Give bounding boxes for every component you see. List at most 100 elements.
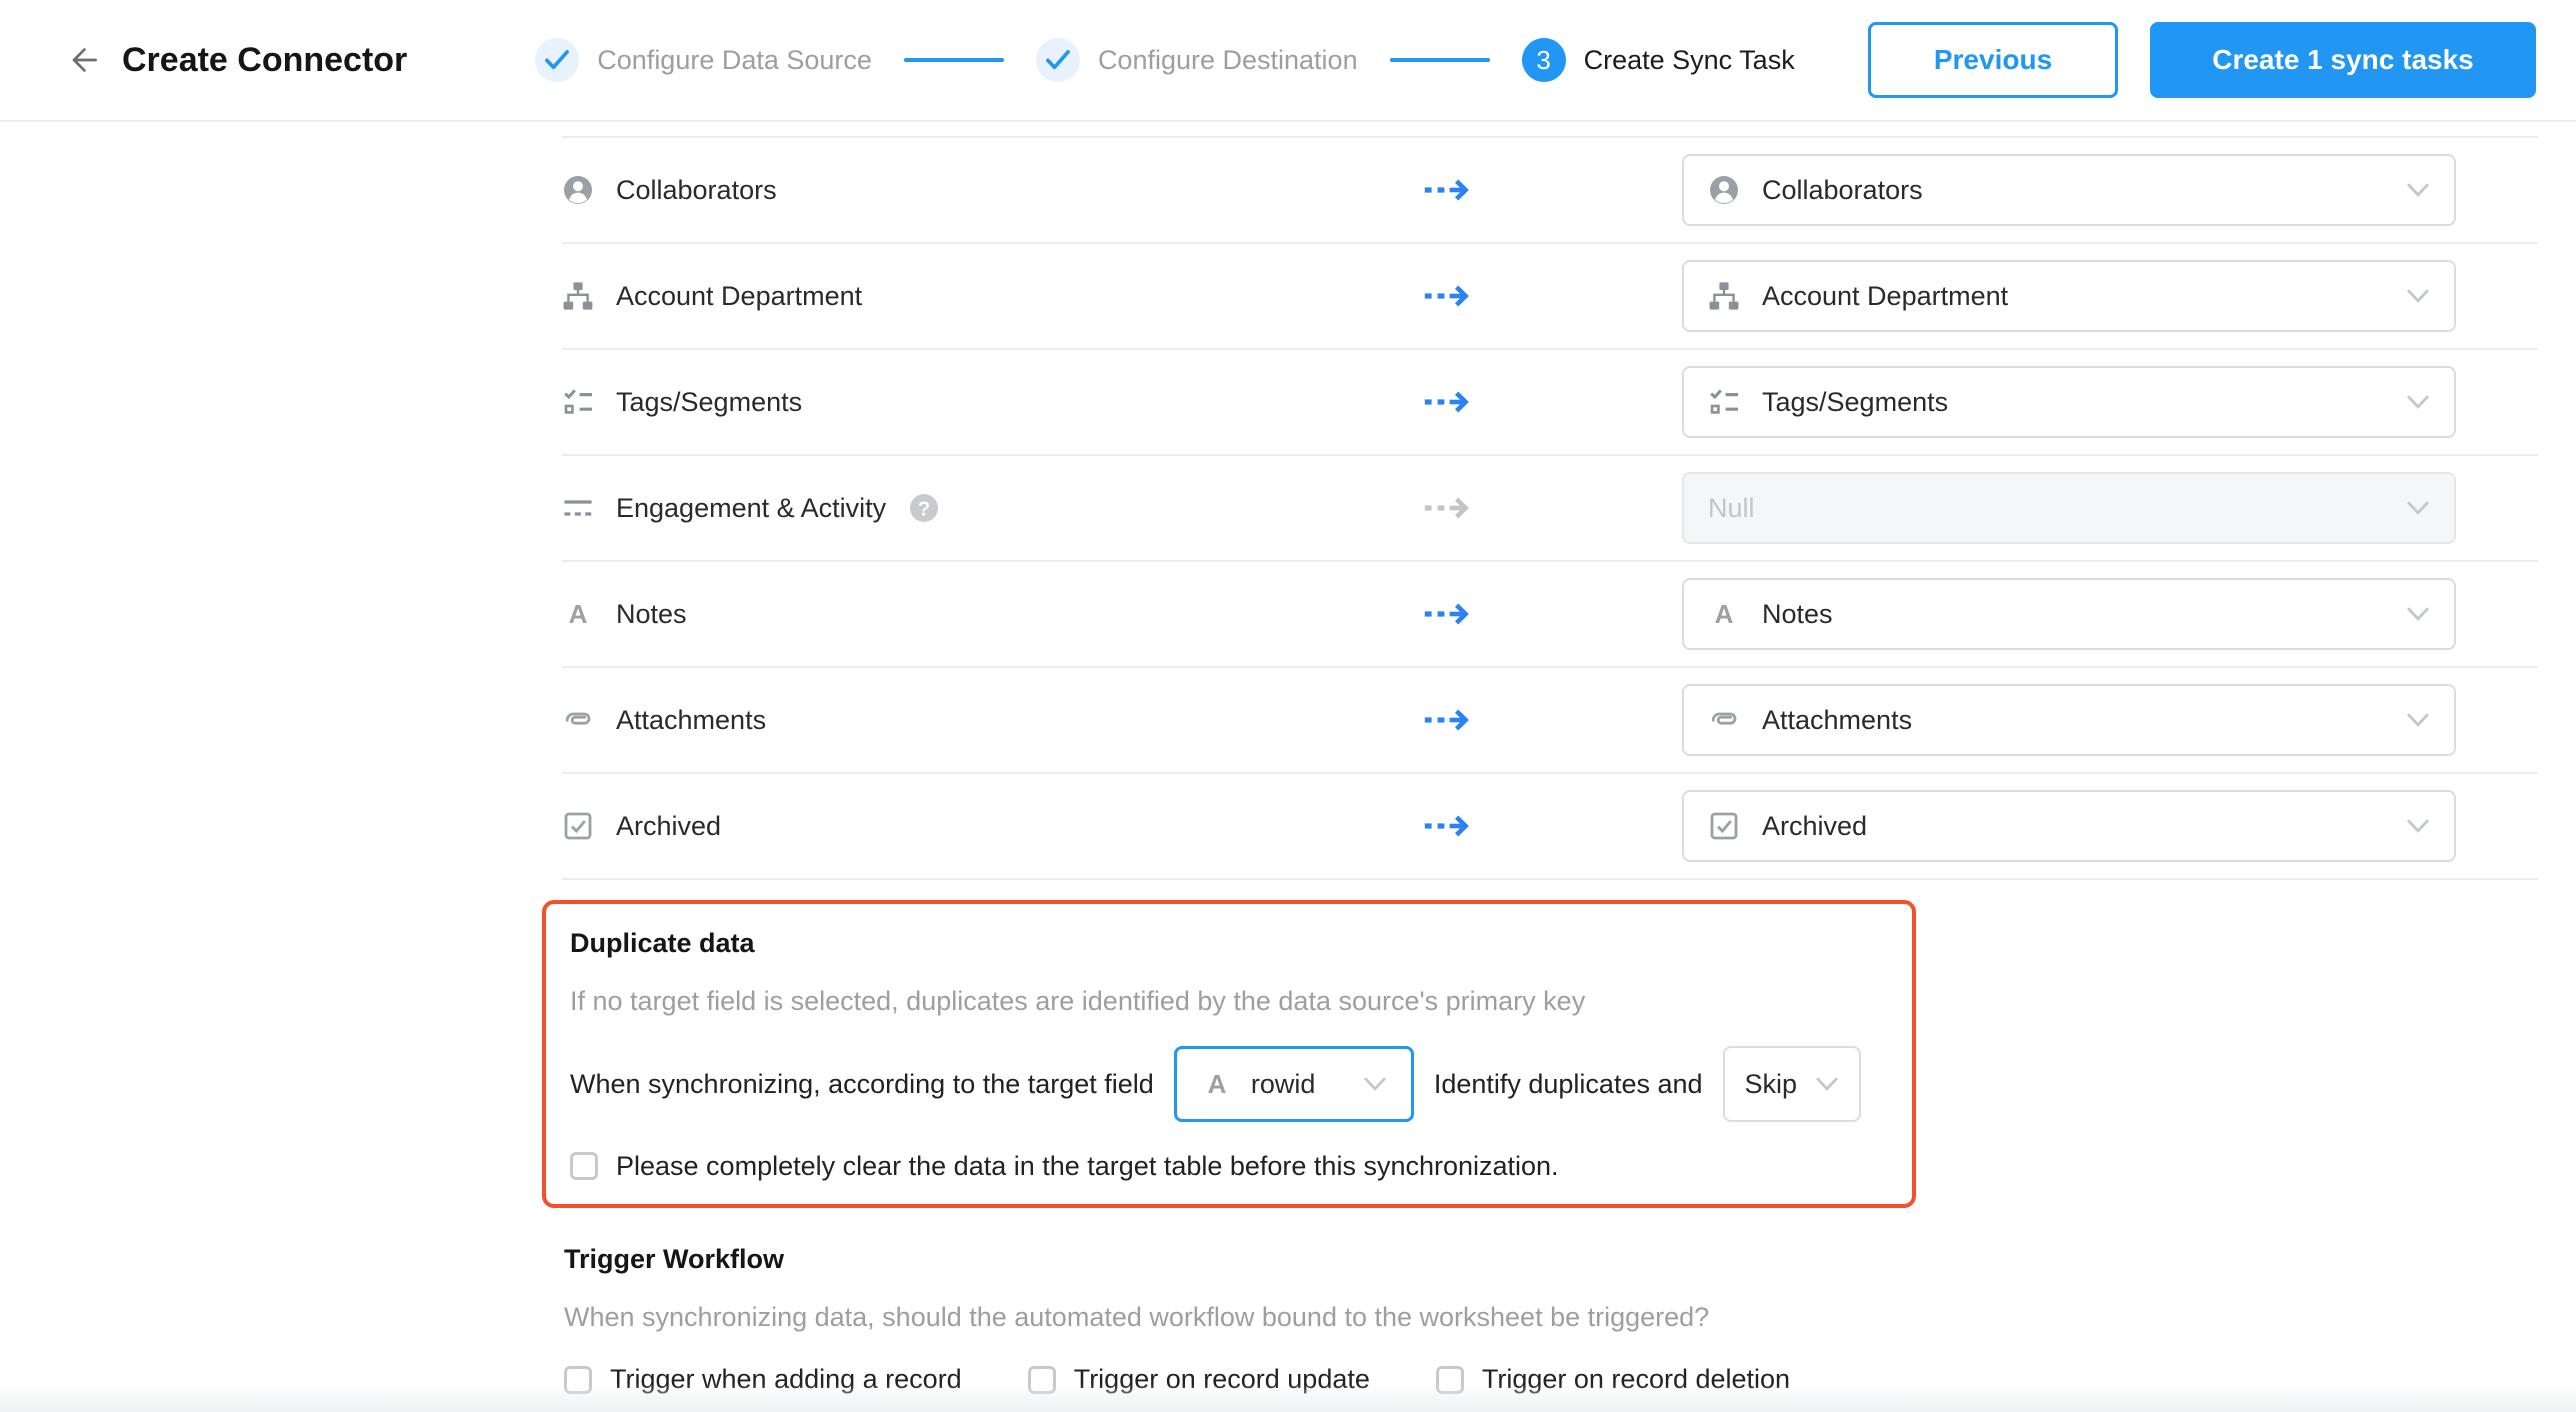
source-field: Archived xyxy=(562,810,1422,842)
field-mapping-row: Collaborators Collaborators xyxy=(562,138,2538,244)
chevron-down-icon xyxy=(2406,712,2430,728)
trigger-workflow-title: Trigger Workflow xyxy=(564,1244,785,1274)
step-configure-data-source: Configure Data Source xyxy=(535,38,872,82)
workflow-option-checkbox[interactable] xyxy=(1027,1365,1056,1394)
field-mapping-row: Archived Archived xyxy=(562,774,2538,880)
chevron-down-icon xyxy=(2406,606,2430,622)
dashed-arrow-icon xyxy=(1422,706,1474,734)
dashed-arrow-icon xyxy=(1422,494,1474,522)
checkbox-check-icon xyxy=(562,810,594,842)
duplicate-controls-row: When synchronizing, according to the tar… xyxy=(570,1046,1888,1122)
source-field-label: Archived xyxy=(616,810,722,841)
target-field-dropdown[interactable]: Attachments xyxy=(1682,684,2456,756)
workflow-option-label: Trigger on record deletion xyxy=(1481,1364,1791,1394)
letter-a-icon: A xyxy=(1708,598,1740,630)
svg-text:A: A xyxy=(1207,1069,1226,1099)
target-field-value: Account Department xyxy=(1762,280,2009,311)
previous-button[interactable]: Previous xyxy=(1868,22,2118,98)
target-field-value: Null xyxy=(1708,492,1755,523)
source-field-label: Tags/Segments xyxy=(616,386,803,417)
field-mapping-row: Account Department Account Department xyxy=(562,244,2538,350)
source-field-label: Collaborators xyxy=(616,174,777,205)
source-field: A Notes xyxy=(562,598,1422,630)
duplicate-data-title: Duplicate data xyxy=(570,928,755,958)
workflow-option: Trigger when adding a record xyxy=(564,1364,962,1395)
field-mapping-row: Engagement & Activity ? Null xyxy=(562,456,2538,562)
duplicate-action-value: Skip xyxy=(1744,1068,1798,1099)
duplicate-action-select[interactable]: Skip xyxy=(1722,1046,1861,1122)
step-done-circle xyxy=(535,38,580,82)
source-field: Engagement & Activity ? xyxy=(562,492,1422,524)
source-field-label: Account Department xyxy=(616,280,863,311)
svg-text:A: A xyxy=(1715,599,1734,629)
dashed-arrow-icon xyxy=(1422,812,1474,840)
page-title: Create Connector xyxy=(122,40,408,79)
target-field-dropdown[interactable]: A Notes xyxy=(1682,578,2456,650)
target-field-value: Collaborators xyxy=(1762,174,1923,205)
step-done-circle xyxy=(1035,38,1080,82)
paperclip-icon xyxy=(562,704,594,736)
checklist-icon xyxy=(1708,386,1740,418)
source-field-label: Attachments xyxy=(616,704,767,735)
letter-a-icon: A xyxy=(1201,1068,1233,1100)
workflow-option: Trigger on record update xyxy=(1027,1364,1370,1395)
source-field: Tags/Segments xyxy=(562,386,1422,418)
target-field-dropdown[interactable]: Archived xyxy=(1682,790,2456,862)
target-field-value: Attachments xyxy=(1762,704,1913,735)
workflow-option-checkbox[interactable] xyxy=(1435,1365,1464,1394)
workflow-option-label: Trigger when adding a record xyxy=(610,1364,962,1394)
target-field-value: Archived xyxy=(1762,810,1868,841)
step-label: Configure Data Source xyxy=(597,44,872,75)
arrow-left-icon xyxy=(66,44,98,76)
clear-data-row: Please completely clear the data in the … xyxy=(570,1148,1888,1184)
help-icon[interactable]: ? xyxy=(908,492,940,524)
step-label: Configure Destination xyxy=(1097,44,1358,75)
workflow-option-checkbox[interactable] xyxy=(564,1365,592,1394)
target-field-dropdown[interactable]: Account Department xyxy=(1682,260,2456,332)
stepper: Configure Data Source Configure Destinat… xyxy=(535,38,1795,82)
dashed-arrow-icon xyxy=(1422,600,1474,628)
chevron-down-icon xyxy=(1363,1076,1387,1092)
check-icon xyxy=(544,49,570,71)
target-field-value: Tags/Segments xyxy=(1762,386,1949,417)
svg-text:?: ? xyxy=(918,498,930,520)
source-field: Account Department xyxy=(562,280,1422,312)
field-mapping-list: Collaborators Collaborators Account Depa… xyxy=(562,136,2538,880)
target-field-value: Notes xyxy=(1762,598,1833,629)
source-field-label: Engagement & Activity xyxy=(616,492,887,523)
source-field: Collaborators xyxy=(562,174,1422,206)
identify-duplicates-label: Identify duplicates and xyxy=(1433,1068,1703,1099)
header: Create Connector Configure Data Source C… xyxy=(0,0,2576,122)
back-button[interactable] xyxy=(60,38,104,82)
target-field-select[interactable]: A rowid xyxy=(1173,1046,1414,1122)
create-sync-tasks-button[interactable]: Create 1 sync tasks xyxy=(2150,22,2536,98)
letter-a-icon: A xyxy=(562,598,594,630)
user-icon xyxy=(1708,174,1740,206)
chevron-down-icon xyxy=(1815,1076,1839,1092)
step-connector-line xyxy=(903,58,1004,62)
step-connector-line xyxy=(1389,58,1490,62)
target-field-dropdown[interactable]: Tags/Segments xyxy=(1682,366,2456,438)
chevron-down-icon xyxy=(2406,500,2430,516)
svg-text:A: A xyxy=(569,599,588,629)
target-field-select-value: rowid xyxy=(1250,1068,1316,1099)
step-label: Create Sync Task xyxy=(1583,44,1795,75)
main-content: Collaborators Collaborators Account Depa… xyxy=(542,122,2538,1395)
dashed-arrow-icon xyxy=(1422,388,1474,416)
duplicate-data-description: If no target field is selected, duplicat… xyxy=(570,986,1586,1016)
clear-data-label: Please completely clear the data in the … xyxy=(616,1150,1559,1181)
sync-target-field-label: When synchronizing, according to the tar… xyxy=(570,1068,1154,1099)
source-field: Attachments xyxy=(562,704,1422,736)
clear-data-checkbox[interactable] xyxy=(570,1152,598,1180)
step-configure-destination: Configure Destination xyxy=(1035,38,1358,82)
chevron-down-icon xyxy=(2406,288,2430,304)
target-field-dropdown[interactable]: Null xyxy=(1682,472,2456,544)
source-field-label: Notes xyxy=(616,598,687,629)
chevron-down-icon xyxy=(2406,394,2430,410)
step-number-circle: 3 xyxy=(1521,38,1566,82)
target-field-dropdown[interactable]: Collaborators xyxy=(1682,154,2456,226)
checkbox-check-icon xyxy=(1708,810,1740,842)
chevron-down-icon xyxy=(2406,818,2430,834)
dashed-lines-icon xyxy=(562,492,594,524)
header-buttons: Previous Create 1 sync tasks xyxy=(1868,22,2536,98)
